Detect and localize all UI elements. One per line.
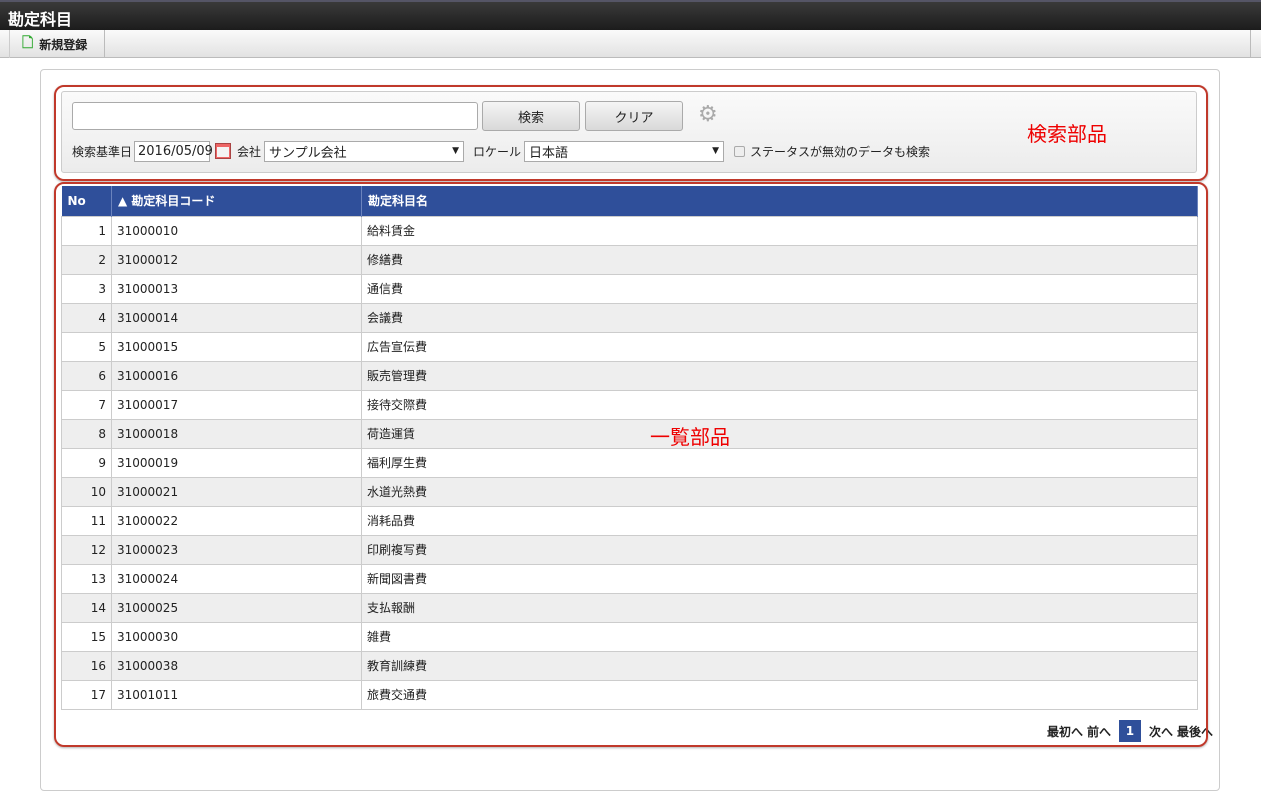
window-title: 勘定科目 [0, 0, 1261, 30]
list-part-annotation [54, 182, 1208, 747]
new-register-label: 新規登録 [39, 37, 88, 52]
toolbar-divider [1250, 30, 1251, 58]
toolbar: 🗋 新規登録 [0, 30, 1261, 58]
new-document-icon: 🗋 [22, 35, 34, 51]
new-register-button[interactable]: 🗋 新規登録 [9, 30, 105, 58]
list-part-label: 一覧部品 [650, 425, 730, 449]
search-part-label: 検索部品 [1027, 122, 1107, 146]
